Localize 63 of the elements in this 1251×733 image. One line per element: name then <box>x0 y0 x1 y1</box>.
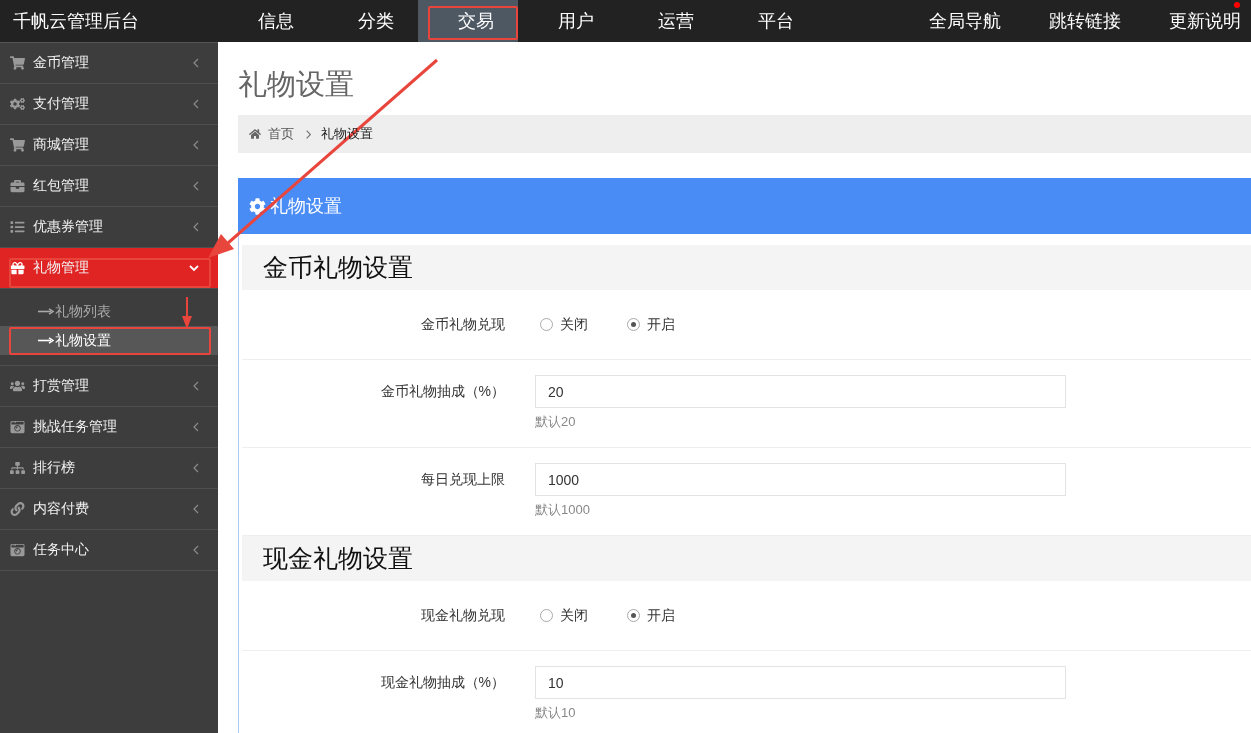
cart-icon <box>10 138 25 152</box>
briefcase-icon <box>10 179 25 193</box>
nav-tab[interactable]: 分类 <box>318 0 418 42</box>
nav-link[interactable]: 跳转链接 <box>1049 0 1121 42</box>
radio-button[interactable] <box>627 609 640 622</box>
field-label: 现金礼物兑现 <box>421 607 505 623</box>
arrow-right-icon <box>38 337 54 344</box>
sidebar-item[interactable]: 内容付费 <box>0 489 218 530</box>
camera-icon <box>10 543 25 557</box>
brand-title: 千帆云管理后台 <box>12 10 140 33</box>
sidebar-item[interactable]: 红包管理 <box>0 166 218 207</box>
gift-icon <box>10 261 25 275</box>
section-title: 现金礼物设置 <box>242 536 1251 581</box>
sidebar-item[interactable]: 排行榜 <box>0 448 218 489</box>
chevron-right-icon <box>306 129 311 139</box>
list-icon <box>10 220 25 234</box>
gear-icon <box>249 197 266 215</box>
sidebar-subitem[interactable]: 礼物设置 <box>0 326 218 355</box>
field-label: 每日兑现上限 <box>421 471 505 487</box>
radio-button[interactable] <box>540 609 553 622</box>
text-input[interactable]: 10 <box>535 666 1066 699</box>
radio-option[interactable]: 开启 <box>627 315 675 334</box>
page-title: 礼物设置 <box>238 67 354 102</box>
radio-button[interactable] <box>540 318 553 331</box>
nav-tab[interactable]: 用户 <box>518 0 618 42</box>
radio-option[interactable]: 开启 <box>627 606 675 625</box>
home-icon <box>249 128 261 140</box>
cart-icon <box>10 56 25 70</box>
text-input[interactable]: 20 <box>535 375 1066 408</box>
sidebar-item[interactable]: 挑战任务管理 <box>0 407 218 448</box>
link-icon <box>10 502 25 516</box>
camera-icon <box>10 420 25 434</box>
sidebar-item[interactable]: 支付管理 <box>0 84 218 125</box>
sitemap-icon <box>10 461 25 475</box>
sidebar-item[interactable]: 商城管理 <box>0 125 218 166</box>
sidebar-subitem[interactable]: 礼物列表 <box>0 297 218 326</box>
radio-button[interactable] <box>627 318 640 331</box>
annotation-arrow <box>181 296 193 330</box>
field-label: 金币礼物抽成（%） <box>380 383 505 399</box>
help-text: 默认10 <box>535 704 576 722</box>
nav-tab[interactable]: 信息 <box>218 0 318 42</box>
nav-link[interactable]: 全局导航 <box>929 0 1001 42</box>
radio-option[interactable]: 关闭 <box>540 315 588 334</box>
panel-title: 礼物设置 <box>270 195 342 218</box>
sidebar-item[interactable]: 金币管理 <box>0 43 218 84</box>
nav-link[interactable]: 更新说明 <box>1169 0 1241 42</box>
arrow-right-icon <box>38 308 54 315</box>
breadcrumb-link[interactable]: 首页 <box>268 125 294 143</box>
nav-tab[interactable]: 运营 <box>618 0 718 42</box>
sidebar-item[interactable]: 礼物管理 <box>0 248 218 289</box>
users-icon <box>10 379 25 393</box>
help-text: 默认1000 <box>535 501 590 519</box>
section-title: 金币礼物设置 <box>242 245 1251 290</box>
nav-tab[interactable]: 交易 <box>418 0 518 42</box>
gears-icon <box>10 97 25 111</box>
field-label: 金币礼物兑现 <box>421 316 505 332</box>
field-label: 现金礼物抽成（%） <box>380 674 505 690</box>
sidebar-item[interactable]: 打赏管理 <box>0 366 218 407</box>
sidebar-item[interactable]: 任务中心 <box>0 530 218 571</box>
nav-tab[interactable]: 平台 <box>718 0 818 42</box>
text-input[interactable]: 1000 <box>535 463 1066 496</box>
radio-option[interactable]: 关闭 <box>540 606 588 625</box>
help-text: 默认20 <box>535 413 576 431</box>
